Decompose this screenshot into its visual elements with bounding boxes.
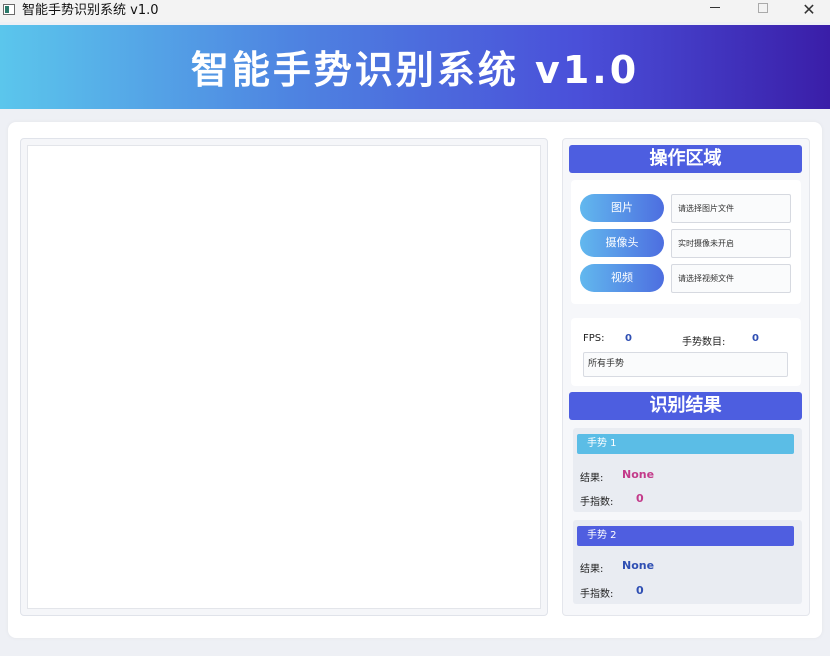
gesture-1-result-value: None: [622, 468, 655, 481]
gesture-count-value: 0: [752, 333, 759, 344]
video-display: [27, 145, 541, 609]
gesture-2-fingers-label: 手指数:: [580, 589, 614, 600]
camera-button[interactable]: 摄像头: [580, 229, 664, 257]
gesture-2-result-label: 结果:: [580, 564, 604, 575]
image-button[interactable]: 图片: [580, 194, 664, 222]
app-icon: [3, 4, 15, 15]
gesture-1-title: 手势 1: [577, 434, 794, 454]
gesture-2-fingers-value: 0: [636, 584, 644, 597]
page-title: 智能手势识别系统 v1.0: [190, 48, 640, 92]
operation-header: 操作区域: [569, 145, 802, 173]
gesture-1-fingers-label: 手指数:: [580, 497, 614, 508]
camera-status-field[interactable]: 实时摄像未开启: [671, 229, 791, 258]
window-title: 智能手势识别系统 v1.0: [22, 3, 159, 18]
fps-label: FPS:: [583, 333, 605, 344]
gesture-2-result-value: None: [622, 559, 655, 572]
all-gestures-select[interactable]: 所有手势: [583, 352, 788, 377]
minimize-button[interactable]: [692, 0, 738, 22]
results-header: 识别结果: [569, 392, 802, 420]
gesture-1-fingers-value: 0: [636, 492, 644, 505]
fps-value: 0: [625, 333, 632, 344]
maximize-button[interactable]: [740, 0, 786, 22]
minimize-icon: [710, 7, 720, 8]
maximize-icon: [758, 2, 768, 13]
gesture-1-result-label: 结果:: [580, 473, 604, 484]
window-titlebar: 智能手势识别系统 v1.0 ✕: [0, 0, 830, 22]
close-button[interactable]: ✕: [786, 0, 830, 22]
video-display-frame: [20, 138, 548, 616]
header-banner: 智能手势识别系统 v1.0: [0, 25, 830, 109]
gesture-count-label: 手势数目:: [682, 337, 726, 348]
image-path-field[interactable]: 请选择图片文件: [671, 194, 791, 223]
video-button[interactable]: 视频: [580, 264, 664, 292]
close-icon: ✕: [802, 0, 816, 19]
video-path-field[interactable]: 请选择视频文件: [671, 264, 791, 293]
gesture-2-title: 手势 2: [577, 526, 794, 546]
